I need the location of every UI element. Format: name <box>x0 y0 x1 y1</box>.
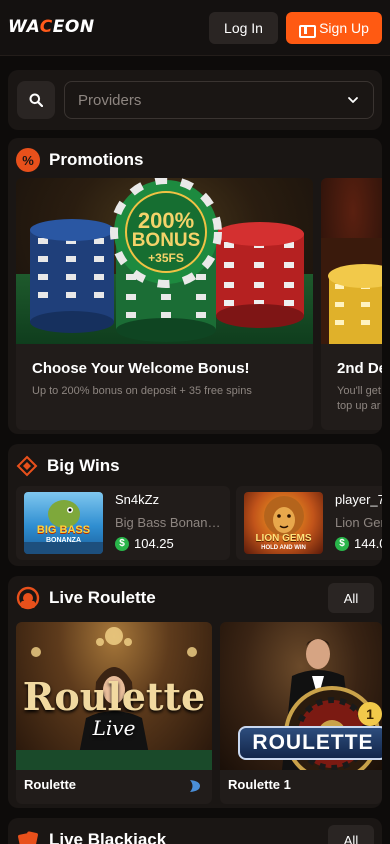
live-roulette-section: Live Roulette All Roulette Live Roulette <box>8 576 382 808</box>
top-bar: WACEON Log In Sign Up <box>0 0 390 56</box>
provider-logo-icon <box>190 780 200 792</box>
game-filter-bar: Providers <box>8 70 382 130</box>
dollar-coin-icon: $ <box>335 536 349 551</box>
view-all-button[interactable]: All <box>328 825 374 844</box>
dollar-coin-icon: $ <box>115 536 129 551</box>
big-win-card[interactable]: LION GEMS HOLD AND WIN player_7 Lion Gem… <box>236 486 382 560</box>
section-title: Live Blackjack <box>49 830 167 844</box>
section-title: Big Wins <box>47 456 120 475</box>
game-name: Big Bass Bonan… <box>115 515 221 530</box>
promotions-header: % Promotions <box>16 146 143 174</box>
big-win-card[interactable]: BIG BASS BONANZA Sn4kZz Big Bass Bonan… … <box>16 486 230 560</box>
game-name: Roulette 1 <box>228 777 291 792</box>
promo-card[interactable]: 2nd De You'll get top up ar <box>321 178 382 430</box>
promo-subtitle: Up to 200% bonus on deposit + 35 free sp… <box>32 385 252 397</box>
section-title: Live Roulette <box>49 588 156 607</box>
winner-name: Sn4kZz <box>115 492 160 507</box>
big-wins-header: Big Wins <box>16 452 120 480</box>
win-amount: $ 104.25 <box>115 536 174 551</box>
live-blackjack-header: Live Blackjack <box>16 826 166 844</box>
promo-banner-image: 200% BONUS +35FS <box>16 178 313 344</box>
game-thumbnail: BIG BASS BONANZA <box>24 492 103 554</box>
game-tile[interactable]: ROULETTE 1 Roulette 1 <box>220 622 382 804</box>
game-name: Roulette <box>24 777 76 792</box>
big-wins-section: Big Wins BIG BASS BONANZA Sn4kZz Big Bas… <box>8 444 382 566</box>
game-name: Lion Gem <box>335 515 382 530</box>
sparkle-diamond-icon <box>16 455 38 477</box>
bonus-chip-text: 200% BONUS +35FS <box>131 208 201 266</box>
signup-label: Sign Up <box>319 20 369 36</box>
promo-title: 2nd De <box>337 360 382 377</box>
winner-name: player_7 <box>335 492 382 507</box>
game-thumbnail: LION GEMS HOLD AND WIN <box>244 492 323 554</box>
promo-card[interactable]: 200% BONUS +35FS Choose Your Welcome Bon… <box>16 178 313 430</box>
game-tile[interactable]: Roulette Live Roulette <box>16 622 212 804</box>
percent-icon: % <box>16 148 40 172</box>
promo-subtitle: You'll get top up ar <box>337 385 381 412</box>
section-title: Promotions <box>49 150 144 169</box>
win-amount: $ 144.0 <box>335 536 382 551</box>
promo-banner-image <box>321 178 382 344</box>
search-icon <box>29 93 43 107</box>
providers-select[interactable]: Providers <box>64 81 374 119</box>
view-all-button[interactable]: All <box>328 583 374 613</box>
promo-title: Choose Your Welcome Bonus! <box>32 360 250 377</box>
gift-icon <box>299 22 317 38</box>
game-thumbnail: ROULETTE 1 <box>220 622 382 770</box>
login-button[interactable]: Log In <box>209 12 278 44</box>
promotions-section: % Promotions 200% BONUS +35FS Choose You… <box>8 138 382 434</box>
cards-icon <box>18 831 38 844</box>
brand-logo[interactable]: WACEON <box>8 17 95 37</box>
search-button[interactable] <box>17 81 55 119</box>
live-roulette-header: Live Roulette <box>16 584 156 612</box>
chevron-down-icon <box>348 97 358 103</box>
roulette-live-icon <box>16 586 40 610</box>
signup-button[interactable]: Sign Up <box>286 12 382 44</box>
providers-placeholder: Providers <box>78 92 142 109</box>
live-blackjack-section: Live Blackjack All <box>8 818 382 844</box>
game-thumbnail: Roulette Live <box>16 622 212 770</box>
